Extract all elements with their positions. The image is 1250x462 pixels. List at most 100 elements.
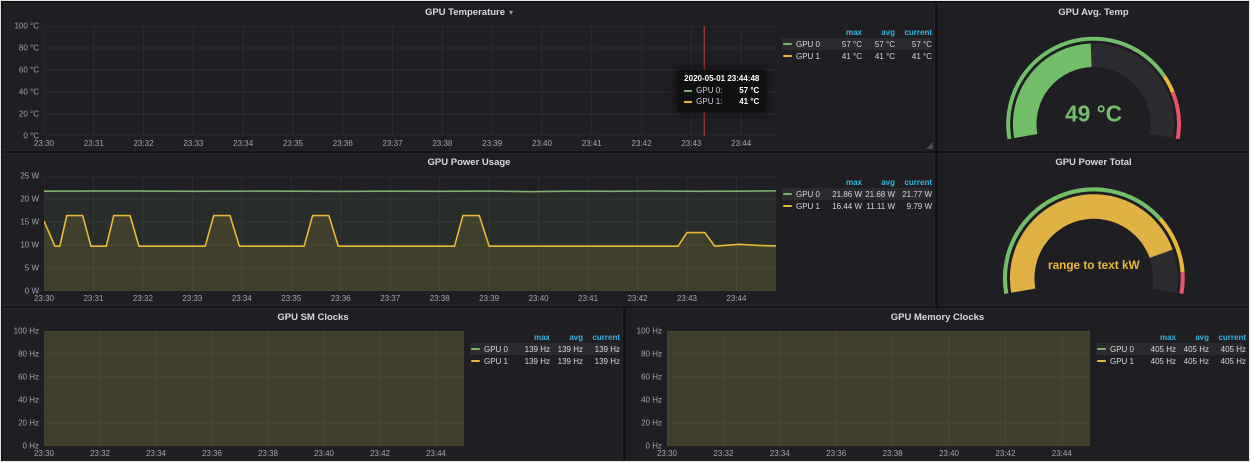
legend-column-header[interactable]: avg xyxy=(863,178,895,187)
x-tick-label: 23:31 xyxy=(84,139,104,148)
x-tick-label: 23:43 xyxy=(681,139,701,148)
legend-value: 405 Hz xyxy=(1210,345,1246,354)
legend-value: 405 Hz xyxy=(1210,357,1246,366)
x-axis: 23:3023:3123:3223:3323:3423:3523:3623:37… xyxy=(44,136,776,149)
legend-series-toggle[interactable]: GPU 1 xyxy=(1097,357,1145,366)
x-tick-label: 23:30 xyxy=(34,139,54,148)
legend-series-name: GPU 0 xyxy=(484,345,508,354)
series-color-dash xyxy=(783,205,792,207)
x-tick-label: 23:43 xyxy=(677,294,697,303)
panel-header-gpu-avg-temp[interactable]: GPU Avg. Temp xyxy=(939,4,1248,20)
legend-series-toggle[interactable]: GPU 1 xyxy=(783,202,831,211)
x-tick-label: 23:40 xyxy=(532,139,552,148)
legend-column-header[interactable]: current xyxy=(1210,333,1246,342)
y-tick-label: 60 °C xyxy=(19,66,39,75)
tooltip-series-row: GPU 1:41 °C xyxy=(684,96,759,107)
series-fill xyxy=(44,331,464,446)
x-axis: 23:3023:3123:3223:3323:3423:3523:3623:37… xyxy=(44,291,776,304)
x-tick-label: 23:32 xyxy=(134,139,154,148)
y-tick-label: 20 Hz xyxy=(641,419,662,428)
legend-series-toggle[interactable]: GPU 0 xyxy=(1097,345,1145,354)
panel-header-gpu-sm-clocks[interactable]: GPU SM Clocks xyxy=(4,309,622,325)
legend-row: GPU 1139 Hz139 Hz139 Hz xyxy=(470,355,618,367)
legend-header-row: maxavgcurrent xyxy=(470,331,618,343)
panel-gpu-sm-clocks: GPU SM Clocks 100 Hz80 Hz60 Hz40 Hz20 Hz… xyxy=(3,308,623,461)
x-tick-label: 23:42 xyxy=(632,139,652,148)
gauge-value-arc xyxy=(1022,207,1161,291)
series-color-dash xyxy=(783,43,792,45)
legend-column-header[interactable]: current xyxy=(896,28,932,37)
chart-gpu-memory-clocks[interactable]: 100 Hz80 Hz60 Hz40 Hz20 Hz0 Hz23:3023:32… xyxy=(633,331,1090,446)
panel-resize-handle[interactable] xyxy=(926,142,933,149)
plot-area[interactable]: 23:3023:3123:3223:3323:3423:3523:3623:37… xyxy=(44,26,776,136)
x-tick-label: 23:40 xyxy=(939,449,959,458)
series-color-dash xyxy=(1097,348,1106,350)
x-tick-label: 23:34 xyxy=(232,294,252,303)
chart-gpu-power-usage[interactable]: 25 W20 W15 W10 W5 W0 W23:3023:3123:3223:… xyxy=(10,176,776,291)
chart-gpu-sm-clocks[interactable]: 100 Hz80 Hz60 Hz40 Hz20 Hz0 Hz23:3023:32… xyxy=(10,331,464,446)
y-axis: 100 Hz80 Hz60 Hz40 Hz20 Hz0 Hz xyxy=(633,331,667,446)
y-tick-label: 20 °C xyxy=(19,110,39,119)
legend-row: GPU 057 °C57 °C57 °C xyxy=(782,38,930,50)
y-tick-label: 40 Hz xyxy=(18,396,39,405)
plot-area[interactable]: 23:3023:3223:3423:3623:3823:4023:4223:44 xyxy=(667,331,1090,446)
panel-header-gpu-temperature[interactable]: GPU Temperature ▾ xyxy=(4,4,934,20)
plot-area[interactable]: 23:3023:3223:3423:3623:3823:4023:4223:44 xyxy=(44,331,464,446)
x-tick-label: 23:30 xyxy=(34,449,54,458)
panel-header-gpu-memory-clocks[interactable]: GPU Memory Clocks xyxy=(627,309,1248,325)
series-line xyxy=(44,191,776,192)
legend-series-toggle[interactable]: GPU 1 xyxy=(471,357,519,366)
legend-column-header[interactable]: avg xyxy=(863,28,895,37)
legend-column-header[interactable]: avg xyxy=(1177,333,1209,342)
panel-header-gpu-power-total[interactable]: GPU Power Total xyxy=(939,154,1248,170)
legend-column-header[interactable]: avg xyxy=(551,333,583,342)
legend-value: 139 Hz xyxy=(584,357,620,366)
legend-series-name: GPU 0 xyxy=(796,40,820,49)
plot-area[interactable]: 23:3023:3123:3223:3323:3423:3523:3623:37… xyxy=(44,176,776,291)
legend-value: 139 Hz xyxy=(520,357,550,366)
legend-header-row: maxavgcurrent xyxy=(1096,331,1244,343)
legend-value: 57 °C xyxy=(863,40,895,49)
legend-value: 41 °C xyxy=(896,52,932,61)
legend-value: 405 Hz xyxy=(1177,357,1209,366)
legend-column-header[interactable]: current xyxy=(584,333,620,342)
x-axis: 23:3023:3223:3423:3623:3823:4023:4223:44 xyxy=(44,446,464,459)
gauge-svg: 49 °C xyxy=(989,23,1198,145)
series-fill xyxy=(667,331,1090,446)
legend-column-header[interactable]: max xyxy=(1146,333,1176,342)
legend-gpu-memory-clocks: maxavgcurrentGPU 0405 Hz405 Hz405 HzGPU … xyxy=(1096,331,1244,446)
legend-series-toggle[interactable]: GPU 1 xyxy=(783,52,831,61)
legend-row: GPU 116.44 W11.11 W9.79 W xyxy=(782,200,930,212)
chart-gpu-temperature[interactable]: 100 °C80 °C60 °C40 °C20 °C0 °C23:3023:31… xyxy=(10,26,776,136)
series-color-dash xyxy=(684,90,692,92)
legend-gpu-sm-clocks: maxavgcurrentGPU 0139 Hz139 Hz139 HzGPU … xyxy=(470,331,618,446)
legend-series-toggle[interactable]: GPU 0 xyxy=(783,40,831,49)
time-series-svg[interactable] xyxy=(44,26,776,136)
x-axis: 23:3023:3223:3423:3623:3823:4023:4223:44 xyxy=(667,446,1090,459)
y-tick-label: 10 W xyxy=(20,241,39,250)
legend-series-toggle[interactable]: GPU 0 xyxy=(783,190,831,199)
legend-series-toggle[interactable]: GPU 0 xyxy=(471,345,519,354)
tooltip-timestamp: 2020-05-01 23:44:48 xyxy=(684,74,759,83)
series-color-dash xyxy=(471,360,480,362)
legend-series-name: GPU 1 xyxy=(796,52,820,61)
x-tick-label: 23:34 xyxy=(233,139,253,148)
panel-title-gpu-memory-clocks: GPU Memory Clocks xyxy=(891,312,984,323)
x-tick-label: 23:31 xyxy=(83,294,103,303)
time-series-svg[interactable] xyxy=(667,331,1090,446)
legend-value: 21.86 W xyxy=(832,190,862,199)
tooltip-series-name: GPU 0: xyxy=(696,85,722,96)
series-color-dash xyxy=(1097,360,1106,362)
panel-gpu-avg-temp: GPU Avg. Temp 49 °C xyxy=(938,3,1249,151)
y-tick-label: 80 °C xyxy=(19,44,39,53)
legend-value: 16.44 W xyxy=(832,202,862,211)
panel-header-gpu-power-usage[interactable]: GPU Power Usage xyxy=(4,154,934,170)
legend-column-header[interactable]: current xyxy=(896,178,932,187)
time-series-svg[interactable] xyxy=(44,176,776,291)
legend-column-header[interactable]: max xyxy=(832,28,862,37)
legend-column-header[interactable]: max xyxy=(832,178,862,187)
time-series-svg[interactable] xyxy=(44,331,464,446)
legend-column-header[interactable]: max xyxy=(520,333,550,342)
x-tick-label: 23:32 xyxy=(133,294,153,303)
series-color-dash xyxy=(783,55,792,57)
